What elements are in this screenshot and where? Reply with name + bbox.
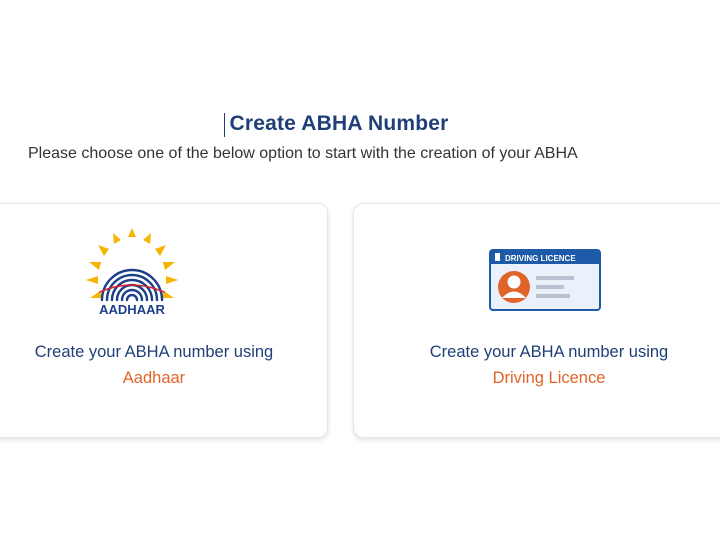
driving-licence-card-icon: DRIVING LICENCE <box>489 249 601 318</box>
driving-licence-option-label: Driving Licence <box>492 369 606 387</box>
page-subtitle: Please choose one of the below option to… <box>28 145 578 162</box>
driving-licence-option-line1: Create your ABHA number using <box>429 343 669 361</box>
aadhaar-option-card[interactable]: AADHAAR Create your ABHA number using Aa… <box>0 203 328 438</box>
aadhaar-option-label: Aadhaar <box>122 369 186 387</box>
driving-licence-header-text: DRIVING LICENCE <box>505 254 576 263</box>
create-abha-page: Create ABHA Number Please choose one of … <box>0 0 720 540</box>
driving-licence-option-card[interactable]: DRIVING LICENCE Create your ABHA number … <box>353 203 720 438</box>
aadhaar-logo-icon: AADHAAR <box>86 228 178 323</box>
page-title: Create ABHA Number <box>229 112 449 135</box>
aadhaar-option-line1: Create your ABHA number using <box>34 343 274 361</box>
aadhaar-logo-text: AADHAAR <box>99 302 165 317</box>
